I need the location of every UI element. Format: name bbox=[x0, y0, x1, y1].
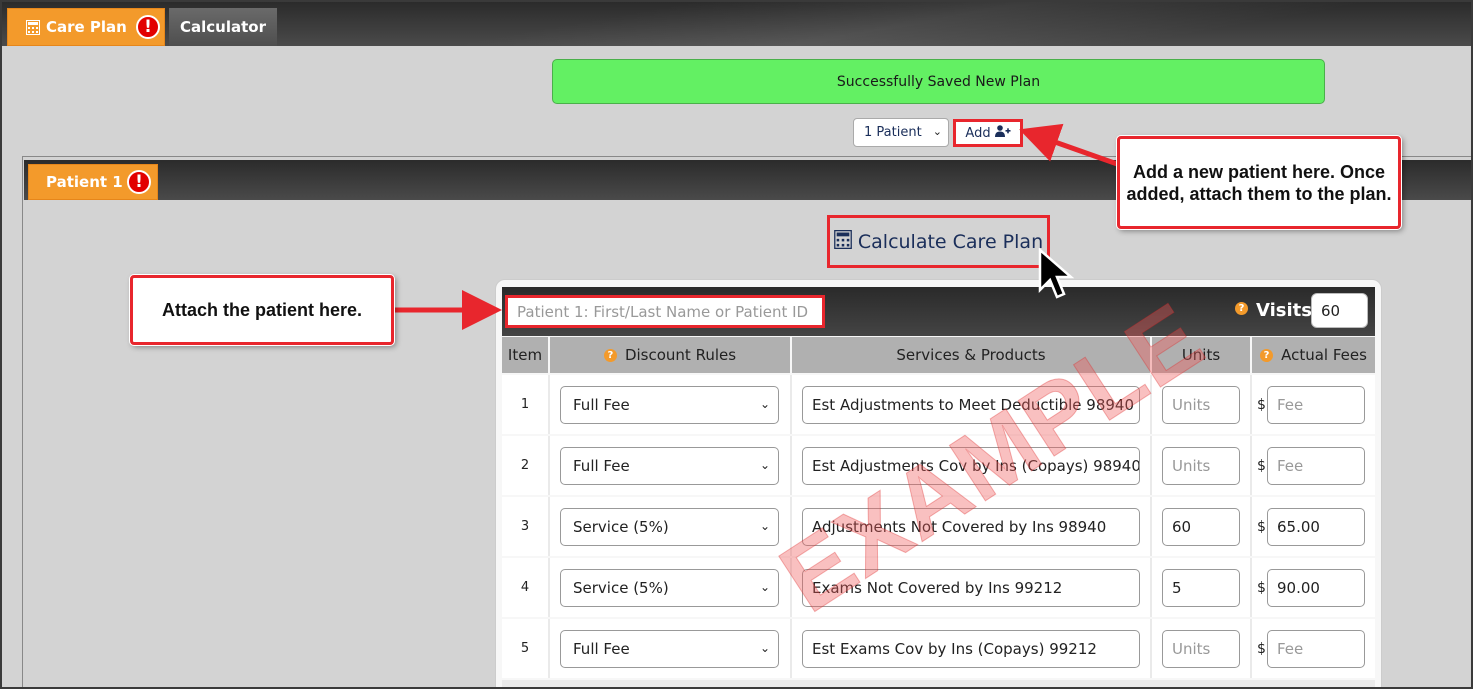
arrow-to-add-button bbox=[1019, 123, 1121, 168]
callout-add-patient: Add a new patient here. Once added, atta… bbox=[1117, 136, 1401, 229]
app-window: Care Plan ! Calculator Successfully Save… bbox=[0, 0, 1473, 689]
callout-text: Add a new patient here. Once added, atta… bbox=[1126, 161, 1392, 204]
callout-attach-patient: Attach the patient here. bbox=[130, 275, 394, 345]
annotation-arrows bbox=[394, 123, 1121, 330]
mouse-pointer-icon bbox=[1038, 248, 1074, 299]
callout-text: Attach the patient here. bbox=[161, 300, 363, 320]
